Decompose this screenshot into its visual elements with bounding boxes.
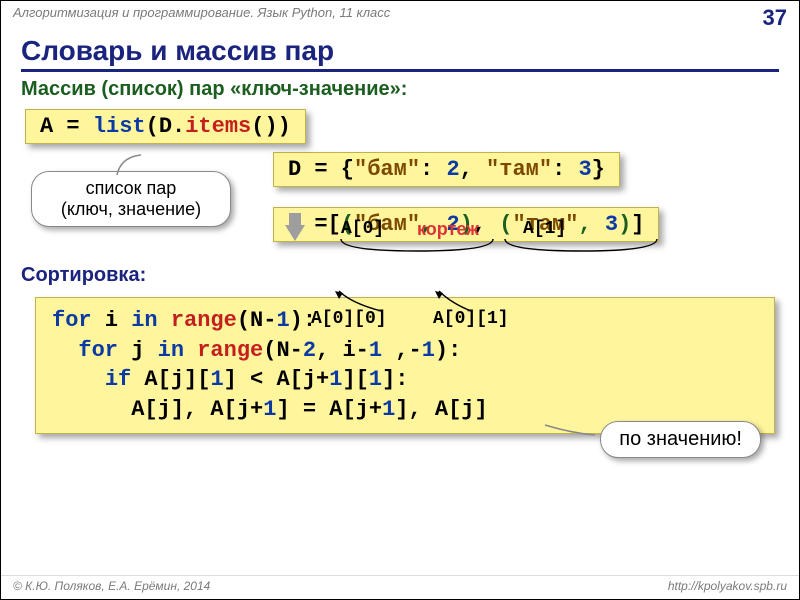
code-keyword: list [93,114,146,139]
index-label: A[0][1] [433,309,509,329]
code-box-d: D = {"бам": 2, "там": 3} [273,152,620,187]
slide-title: Словарь и массив пар [21,35,779,72]
page-number: 37 [763,5,787,31]
code-text: . [172,114,185,139]
index-label: A[0][0] [311,309,387,329]
code-text: D = { [288,157,354,182]
code-text: } [592,157,605,182]
section-1-title: Массив (список) пар «ключ-значение»: [21,78,779,101]
code-text: , [460,157,486,182]
code-string: "там" [486,157,552,182]
bubble-line: список пар [48,178,214,199]
code-number: 2 [446,157,459,182]
section-2-title: Сортировка: [21,264,146,287]
index-label: A[1] [523,219,566,239]
slide: Алгоритмизация и программирование. Язык … [0,0,800,600]
tuple-label: кортеж [417,219,479,240]
index-label: A[0] [341,219,384,239]
code-line: for i in range(N-1): [52,306,758,336]
code-text: A = [40,114,93,139]
code-text: : [420,157,446,182]
code-box-sort: for i in range(N-1): for j in range(N-2,… [35,297,775,434]
code-string: "бам" [354,157,420,182]
code-line: if A[j][1] < A[j+1][1]: [52,365,758,395]
arrow-down-icon [285,225,305,241]
callout-bubble-1: список пар (ключ, значение) [31,171,231,227]
code-function: items [185,114,251,139]
code-box-1: A = list(D.items()) [25,109,306,144]
bubble-text: по значению! [619,428,742,450]
header-subject: Алгоритмизация и программирование. Язык … [13,5,390,31]
callout-bubble-2: по значению! [600,421,761,458]
bubble-line: (ключ, значение) [48,199,214,220]
code-text: ( [146,114,159,139]
code-line: for j in range(N-2, i-1 ,-1): [52,336,758,366]
footer: © К.Ю. Поляков, Е.А. Ерёмин, 2014 http:/… [1,575,799,593]
footer-url: http://kpolyakov.spb.ru [668,579,787,593]
code-number: 3 [578,157,591,182]
footer-copyright: © К.Ю. Поляков, Е.А. Ерёмин, 2014 [13,579,210,593]
code-text: : [552,157,578,182]
code-text: ] [631,212,644,237]
code-text: ()) [251,114,291,139]
header: Алгоритмизация и программирование. Язык … [1,1,799,33]
code-text: D [159,114,172,139]
